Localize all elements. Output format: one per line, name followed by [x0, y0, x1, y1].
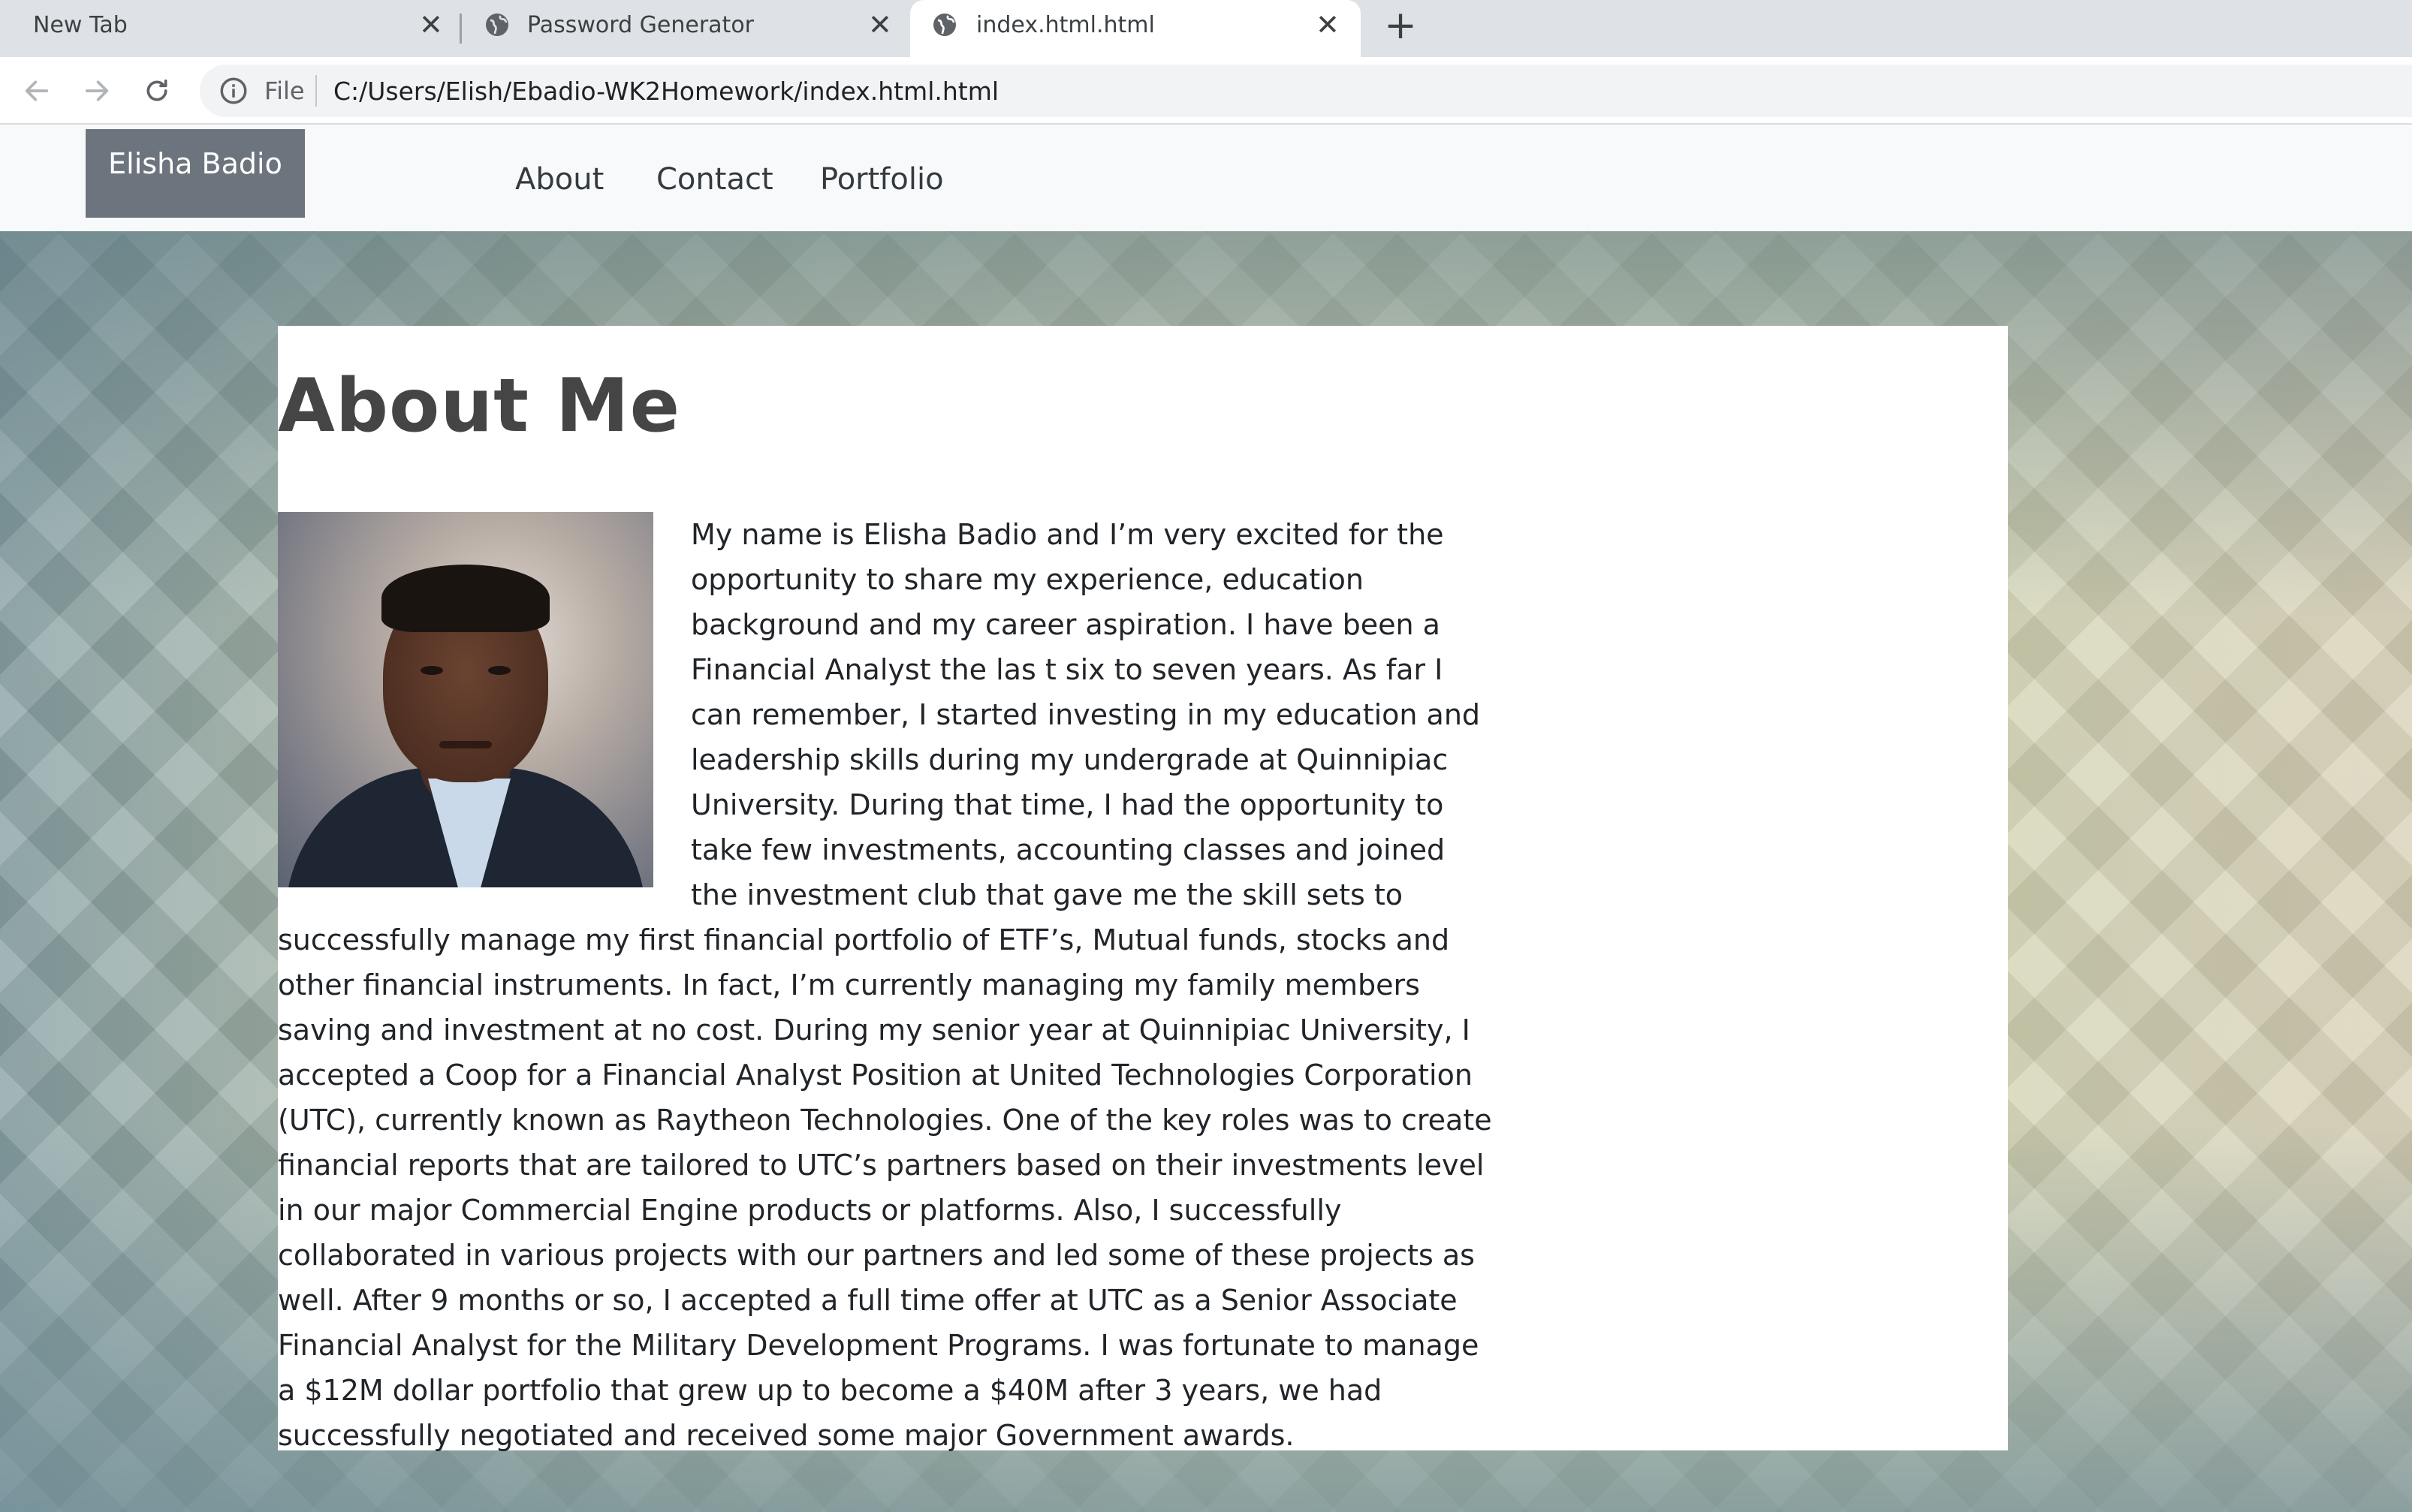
close-tab-icon[interactable]: ✕ [419, 11, 443, 39]
omnibox-divider [315, 75, 317, 107]
photo-eye [488, 666, 511, 675]
nav-link-contact[interactable]: Contact [656, 162, 773, 197]
hero-background: About Me My name is Elisha Badio and I’m… [0, 231, 2412, 1512]
tab-index-html[interactable]: index.html.html ✕ [910, 0, 1361, 57]
about-bio-block: My name is Elisha Badio and I’m very exc… [278, 512, 1494, 1458]
arrow-forward-icon [85, 80, 109, 101]
tab-new-tab[interactable]: New Tab ✕ [0, 0, 460, 57]
scheme-label: File [264, 77, 305, 105]
tab-title: New Tab [33, 12, 128, 38]
tab-title: Password Generator [527, 12, 755, 38]
nav-link-about[interactable]: About [515, 162, 604, 197]
reload-icon [146, 79, 167, 101]
browser-toolbar: File C:/Users/Elish/Ebadio-WK2Homework/i… [0, 57, 2412, 125]
photo-hair [381, 565, 550, 632]
url-text[interactable]: C:/Users/Elish/Ebadio-WK2Homework/index.… [333, 77, 999, 106]
about-heading: About Me [278, 363, 681, 449]
reload-button[interactable] [138, 72, 176, 110]
photo-mouth [439, 741, 492, 748]
about-section: About Me My name is Elisha Badio and I’m… [278, 326, 2008, 1452]
info-icon[interactable] [218, 75, 249, 107]
brand-logo-link[interactable]: Elisha Badio [86, 129, 305, 218]
tab-title: index.html.html [976, 12, 1155, 38]
photo-eye [421, 666, 443, 675]
site-navbar: Elisha Badio About Contact Portfolio [0, 125, 2412, 231]
forward-button[interactable] [78, 72, 116, 110]
back-button[interactable] [18, 72, 56, 110]
nav-link-portfolio[interactable]: Portfolio [820, 162, 944, 197]
globe-icon [486, 14, 508, 36]
address-bar[interactable]: File C:/Users/Elish/Ebadio-WK2Homework/i… [200, 65, 2412, 117]
browser-tab-strip: New Tab ✕ Password Generator ✕ index.htm… [0, 0, 2412, 57]
close-tab-icon[interactable]: ✕ [1316, 11, 1340, 39]
arrow-back-icon [25, 80, 49, 101]
globe-icon [933, 14, 956, 36]
close-tab-icon[interactable]: ✕ [868, 11, 892, 39]
new-tab-button[interactable]: + [1382, 5, 1419, 47]
page-viewport: Elisha Badio About Contact Portfolio Abo… [0, 125, 2412, 1512]
tab-separator [460, 14, 462, 44]
profile-photo [278, 512, 653, 887]
tab-password-generator[interactable]: Password Generator ✕ [463, 0, 907, 57]
